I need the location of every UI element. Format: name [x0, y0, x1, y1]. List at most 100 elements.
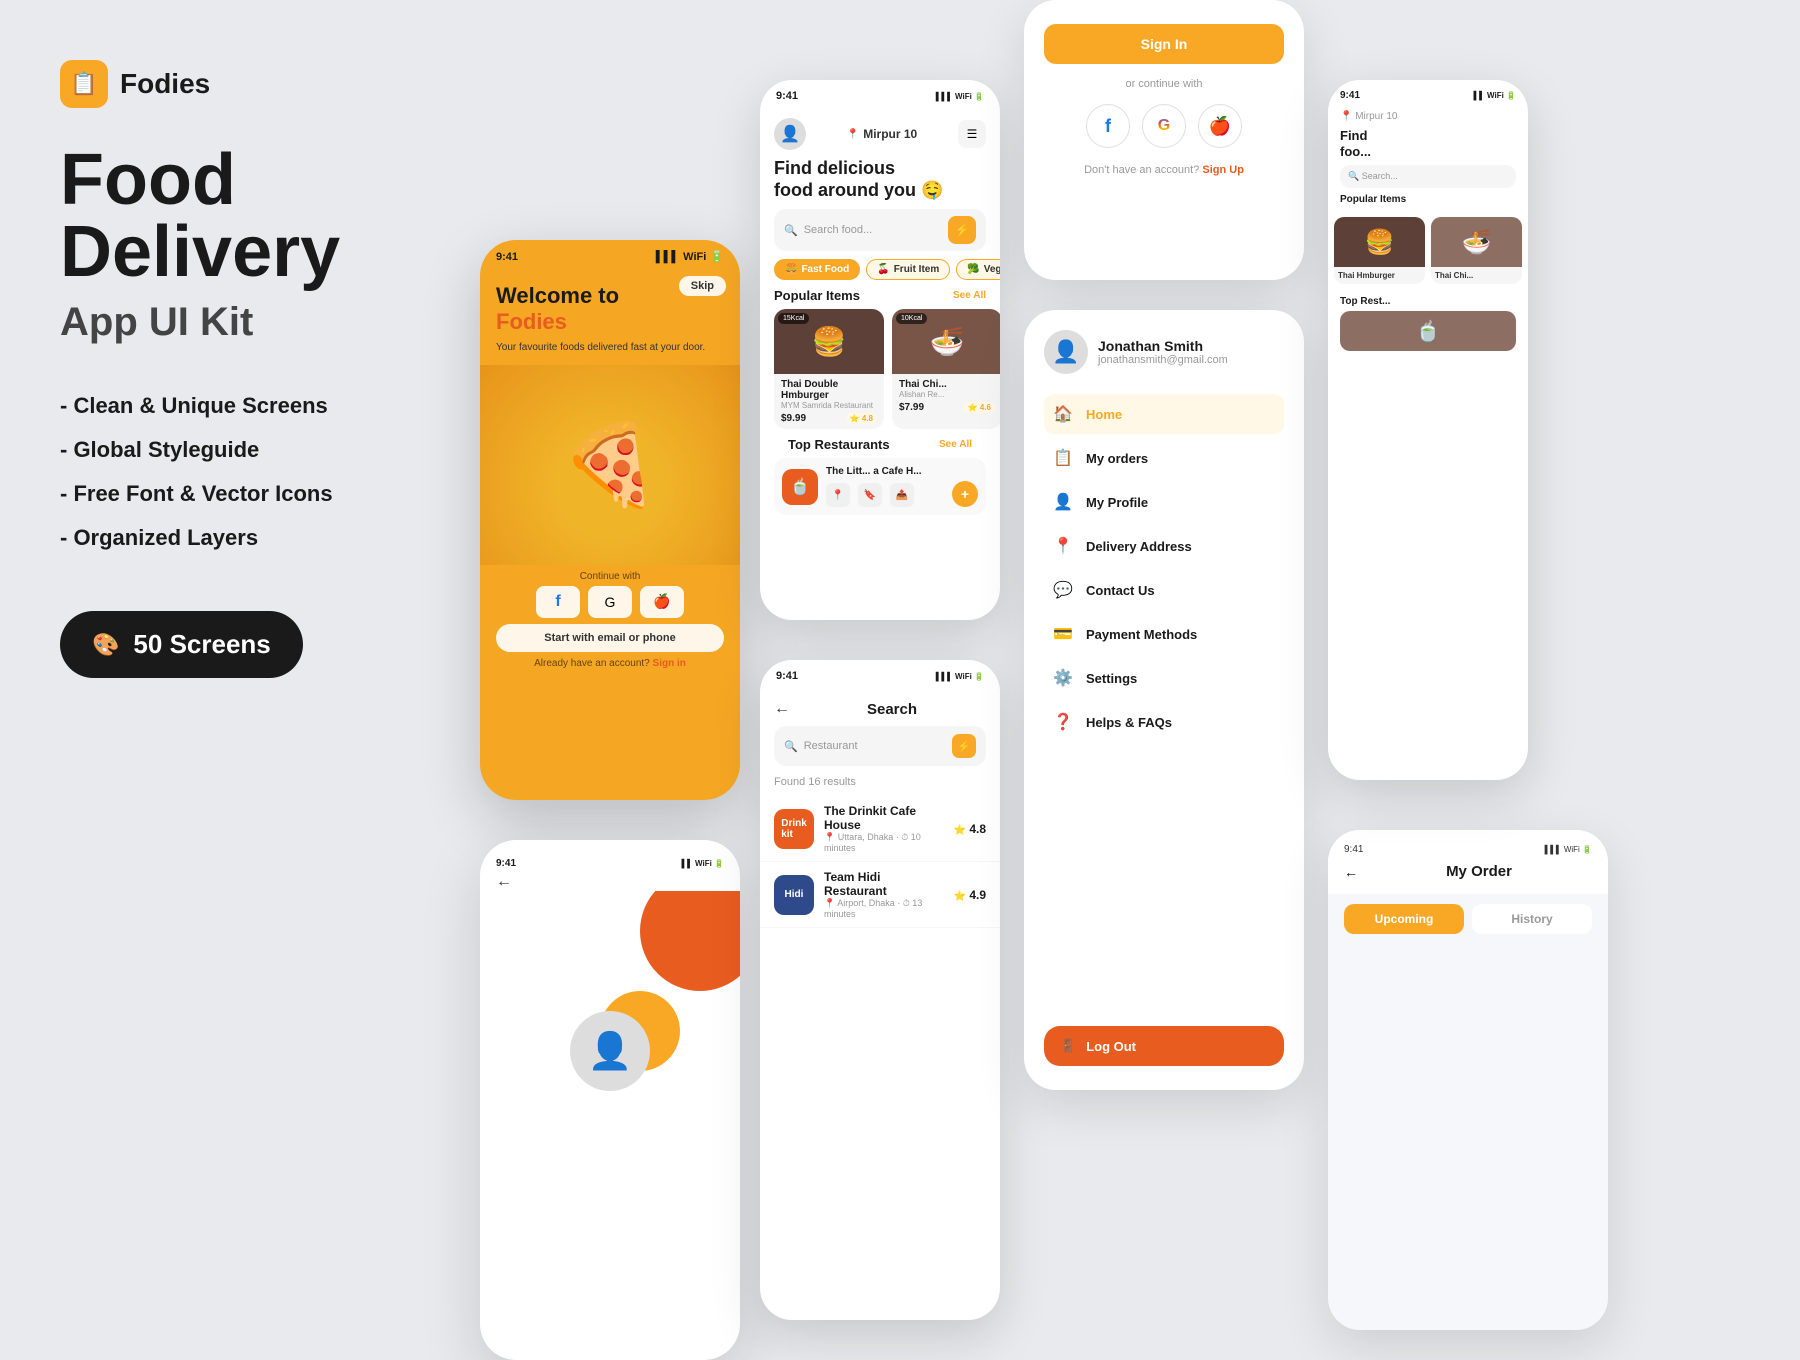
- top-restaurants-section: Top Restaurants See All 🍵 The Litt... a …: [760, 437, 1000, 515]
- signin-button[interactable]: Sign In: [1044, 24, 1284, 64]
- peek-top-rest: Top Rest...: [1328, 296, 1528, 307]
- apple-button[interactable]: 🍎: [640, 586, 684, 618]
- peek-food-1[interactable]: 🍔 Thai Hmburger: [1334, 217, 1425, 284]
- nav-item-profile[interactable]: 👤 My Profile: [1044, 482, 1284, 522]
- category-fast-food[interactable]: 🍔Fast Food: [774, 259, 860, 280]
- upcoming-tab[interactable]: Upcoming: [1344, 904, 1464, 934]
- found-results-text: Found 16 results: [760, 776, 1000, 796]
- top-rest-see-all[interactable]: See All: [939, 439, 972, 450]
- peek-content: 9:41 ▌▌ WiFi 🔋 📍 Mirpur 10 Findfoo... 🔍 …: [1328, 80, 1528, 780]
- app-header: 👤 📍 Mirpur 10 ☰: [760, 106, 1000, 158]
- orders-icon: 📋: [1052, 448, 1074, 468]
- profile-avatar: 👤: [570, 1011, 650, 1091]
- popular-see-all[interactable]: See All: [953, 290, 986, 301]
- skip-button[interactable]: Skip: [679, 276, 726, 296]
- food-card-img-2: 10Kcal 🍜: [892, 309, 1000, 374]
- signup-link[interactable]: Sign Up: [1202, 164, 1244, 176]
- peek-location: 📍 Mirpur 10: [1328, 105, 1528, 128]
- search-bar[interactable]: 🔍 Search food... ⚡: [774, 209, 986, 251]
- nav-item-settings[interactable]: ⚙️ Settings: [1044, 658, 1284, 698]
- profile-shapes: 👤: [480, 891, 740, 1091]
- google-button[interactable]: G: [588, 586, 632, 618]
- facebook-button[interactable]: f: [536, 586, 580, 618]
- feature-4: - Organized Layers: [60, 525, 420, 551]
- hidi-meta: 📍 Airport, Dhaka · ⏱ 13 minutes: [824, 898, 944, 919]
- myorder-back-button[interactable]: ←: [1344, 864, 1358, 880]
- search-filter-icon[interactable]: ⚡: [952, 734, 976, 758]
- feature-3: - Free Font & Vector Icons: [60, 481, 420, 507]
- peek-food-2[interactable]: 🍜 Thai Chi...: [1431, 217, 1522, 284]
- menu-button[interactable]: ☰: [958, 120, 986, 148]
- food-card-2[interactable]: 10Kcal 🍜 Thai Chi... Alishan Re... $7.99…: [892, 309, 1000, 429]
- myorder-header: 9:41 ▌▌▌ WiFi 🔋 ← My Order: [1328, 830, 1608, 894]
- add-to-cart-button[interactable]: +: [952, 481, 978, 507]
- restaurant-list-item-1[interactable]: Drinkkit The Drinkit Cafe House 📍 Uttara…: [760, 796, 1000, 862]
- popular-title: Popular Items: [774, 288, 860, 303]
- drinkit-meta: 📍 Uttara, Dhaka · ⏱ 10 minutes: [824, 832, 944, 853]
- nav-item-orders[interactable]: 📋 My orders: [1044, 438, 1284, 478]
- hidi-rating: ⭐ 4.9: [954, 888, 986, 902]
- or-continue-text: or continue with: [1044, 78, 1284, 90]
- contact-icon: 💬: [1052, 580, 1074, 600]
- peek-food-grid: 🍔 Thai Hmburger 🍜 Thai Chi...: [1328, 211, 1528, 290]
- cal-badge-1: 15Kcal: [778, 313, 809, 324]
- restaurant-list-item-2[interactable]: Hidi Team Hidi Restaurant 📍 Airport, Dha…: [760, 862, 1000, 928]
- search-placeholder[interactable]: Restaurant: [804, 740, 946, 752]
- nav-item-contact[interactable]: 💬 Contact Us: [1044, 570, 1284, 610]
- restaurant-card-1[interactable]: 🍵 The Litt... a Cafe H... 📍 🔖 📤 +: [774, 458, 986, 515]
- shape-red: [640, 891, 740, 991]
- logout-button[interactable]: 🚪 Log Out: [1044, 1026, 1284, 1066]
- apple-login-button[interactable]: 🍎: [1198, 104, 1242, 148]
- peek-screen: 9:41 ▌▌ WiFi 🔋 📍 Mirpur 10 Findfoo... 🔍 …: [1328, 80, 1528, 780]
- main-status-bar: 9:41 ▌▌▌ WiFi 🔋: [760, 80, 1000, 106]
- nav-label-faq: Helps & FAQs: [1086, 715, 1172, 730]
- search-input-row[interactable]: 🔍 Restaurant ⚡: [774, 726, 986, 766]
- nav-items-list: 🏠 Home 📋 My orders 👤 My Profile 📍 Delive…: [1044, 394, 1284, 742]
- peek-popular: Popular Items: [1328, 194, 1528, 205]
- location-row[interactable]: 📍 Mirpur 10: [847, 127, 917, 141]
- nav-item-delivery[interactable]: 📍 Delivery Address: [1044, 526, 1284, 566]
- signin-link[interactable]: Sign in: [653, 658, 686, 669]
- search-input-placeholder[interactable]: Search food...: [804, 224, 942, 236]
- logout-icon: 🚪: [1060, 1038, 1076, 1054]
- search-back-button[interactable]: ←: [774, 700, 790, 718]
- screens-count: 50 Screens: [133, 629, 270, 660]
- food-image: 🍕: [480, 365, 740, 565]
- share-action-icon[interactable]: 📤: [890, 483, 914, 507]
- pin-icon: 📍: [847, 129, 859, 140]
- nav-label-settings: Settings: [1086, 671, 1137, 686]
- back-button[interactable]: ←: [496, 873, 724, 891]
- food-rating-2: ⭐4.6: [964, 402, 995, 413]
- hidi-logo: Hidi: [774, 875, 814, 915]
- myorder-title: My Order: [1366, 863, 1592, 880]
- social-login-row: f G 🍎: [1044, 104, 1284, 148]
- popular-section-header: Popular Items See All: [760, 288, 1000, 309]
- search-filter-button[interactable]: ⚡: [948, 216, 976, 244]
- nav-label-delivery: Delivery Address: [1086, 539, 1192, 554]
- phone2-header: 9:41 ▌▌ WiFi 🔋 ←: [480, 840, 740, 891]
- nav-label-home: Home: [1086, 407, 1122, 422]
- nav-item-payment[interactable]: 💳 Payment Methods: [1044, 614, 1284, 654]
- brand-logo-icon: 📋: [70, 71, 97, 97]
- nav-item-faq[interactable]: ❓ Helps & FAQs: [1044, 702, 1284, 742]
- screens-badge: 🎨 50 Screens: [60, 611, 303, 678]
- facebook-login-button[interactable]: f: [1086, 104, 1130, 148]
- phone-welcome: 9:41 ▌▌▌WiFi🔋 Skip Welcome to Fodies You…: [480, 240, 740, 800]
- bookmark-action-icon[interactable]: 🔖: [858, 483, 882, 507]
- category-fruit[interactable]: 🍒Fruit Item: [866, 259, 950, 280]
- find-food-heading: Find delicious food around you 🤤: [760, 158, 1000, 201]
- google-login-button[interactable]: G: [1142, 104, 1186, 148]
- search-title: Search: [798, 701, 986, 718]
- nav-item-home[interactable]: 🏠 Home: [1044, 394, 1284, 434]
- drinkit-logo: Drinkkit: [774, 809, 814, 849]
- drinkit-name: The Drinkit Cafe House: [824, 804, 944, 832]
- peek-search[interactable]: 🔍 Search...: [1340, 165, 1516, 188]
- history-tab[interactable]: History: [1472, 904, 1592, 934]
- location-action-icon: 📍: [826, 483, 850, 507]
- start-email-button[interactable]: Start with email or phone: [496, 624, 724, 652]
- top-rest-title: Top Restaurants: [788, 437, 890, 452]
- restaurant-actions: 📍 🔖 📤: [826, 483, 922, 507]
- food-card-1[interactable]: 15Kcal 🍔 Thai Double Hmburger MYM Samrid…: [774, 309, 884, 429]
- category-vegetable[interactable]: 🥦Vegetable: [956, 259, 1000, 280]
- food-price-1: $9.99: [781, 413, 806, 424]
